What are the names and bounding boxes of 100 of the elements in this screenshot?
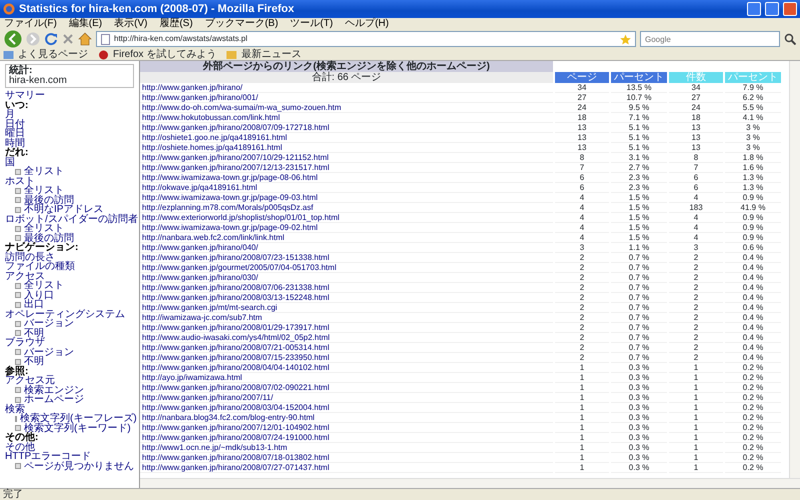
referrer-link[interactable]: http://www.ganken.jp/hirano/2008/07/23-151338.html (140, 253, 553, 263)
referrer-link[interactable]: http://oshiete.homes.jp/qa4189161.html (140, 143, 553, 153)
nav-link[interactable]: アクセス (5, 272, 134, 281)
referrer-link[interactable]: http://www.ganken.jp/hirano/040/ (140, 243, 553, 253)
nav-sublink[interactable]: 不明 (24, 328, 44, 338)
nav-sublink[interactable]: ホームページ (24, 395, 84, 404)
nav-link[interactable]: オペレーティングシステム (5, 310, 134, 319)
referrer-link[interactable]: http://www.exteriorworld.jp/shoplist/shop/01/01_top.html (140, 213, 553, 223)
nav-sublink[interactable]: 全リスト (24, 224, 64, 234)
menu-item[interactable]: ヘルプ(H) (344, 18, 389, 29)
referrer-link[interactable]: http://www.hokutobussan.com/link.html (140, 113, 553, 123)
menu-item[interactable]: ファイル(F) (4, 18, 57, 29)
close-button[interactable] (783, 2, 797, 16)
referrer-link[interactable]: http://www.ganken.jp/hirano/2008/07/15-233950.html (140, 353, 553, 363)
nav-sublink[interactable]: 全リスト (24, 167, 64, 176)
nav-link[interactable]: 時間 (5, 138, 134, 148)
referrer-link[interactable]: http://www.ganken.jp/hirano/030/ (140, 273, 553, 283)
nav-link[interactable]: 月 (5, 110, 134, 120)
menu-item[interactable]: 履歴(S) (159, 18, 193, 29)
nav-sublink[interactable]: 最後の訪問 (24, 234, 74, 243)
referrer-link[interactable]: http://www.ganken.jp/hirano/2008/07/06-231338.html (140, 283, 553, 293)
nav-link[interactable]: 日付 (5, 120, 134, 129)
nav-sublink[interactable]: 出口 (24, 300, 44, 310)
nav-sublink[interactable]: 不明なIPアドレス (24, 205, 104, 214)
referrer-link[interactable]: http://www.ganken.jp/hirano/2007/10/29-121152.html (140, 153, 553, 163)
referrer-link[interactable]: http://www.ganken.jp/hirano/001/ (140, 93, 553, 103)
address-field[interactable]: http://hira-ken.com/awstats/awstats.pl (96, 31, 636, 47)
menu-item[interactable]: ツール(T) (290, 18, 333, 29)
referrer-link[interactable]: http://nanbara.web.fc2.com/link/link.html (140, 233, 553, 243)
nav-sublink[interactable]: 最後の訪問 (24, 196, 74, 205)
nav-link[interactable]: ブラウザ (5, 338, 134, 348)
referrer-link[interactable]: http://www.iwamizawa-town.gr.jp/page-09-02.html (140, 223, 553, 233)
nav-sublink[interactable]: バージョン (24, 348, 74, 357)
nav-link[interactable]: サマリー (5, 91, 134, 100)
search-field[interactable]: Google (640, 31, 780, 47)
stop-icon[interactable] (62, 33, 74, 45)
nav-link[interactable]: 国 (5, 158, 134, 167)
referrer-link[interactable]: http://www1.ocn.ne.jp/~mdk/sub13-1.htm (140, 443, 553, 453)
referrer-link[interactable]: http://www.ganken.jp/hirano/ (140, 83, 553, 93)
referrer-link[interactable]: http://www.ganken.jp/hirano/2008/03/13-152248.html (140, 293, 553, 303)
referrer-link[interactable]: http://www.ganken.jp/hirano/2008/07/02-090221.html (140, 383, 553, 393)
search-icon[interactable] (784, 33, 796, 45)
referrer-link[interactable]: http://www.audio-iwasaki.com/ys4/html/02_05p2.html (140, 333, 553, 343)
nav-sublink[interactable]: 検索文字列(キーフレーズ) (20, 414, 137, 424)
horizontal-scrollbar[interactable] (140, 478, 800, 488)
referrer-link[interactable]: http://ayo.jp/iwamizawa.html (140, 373, 553, 383)
nav-link[interactable]: その他 (5, 442, 134, 452)
nav-sublink[interactable]: 不明 (24, 357, 44, 366)
referrer-link[interactable]: http://www.ganken.jp/hirano/2007/12/01-104902.html (140, 423, 553, 433)
referrer-link[interactable]: http://www.ganken.jp/hirano/2008/07/18-013802.html (140, 453, 553, 463)
referrer-link[interactable]: http://www.ganken.jp/hirano/2008/07/21-005314.html (140, 343, 553, 353)
nav-sublink[interactable]: バージョン (24, 319, 74, 328)
vertical-scrollbar[interactable] (789, 61, 800, 478)
menu-item[interactable]: ブックマーク(B) (204, 18, 278, 29)
referrer-link[interactable]: http://www.ganken.jp/hirano/2008/07/09-172718.html (140, 123, 553, 133)
menu-item[interactable]: 編集(E) (68, 18, 102, 29)
bookmark-link[interactable]: 最新ニュース (241, 49, 302, 60)
table-cell: 1 (669, 463, 723, 473)
referrer-link[interactable]: http://okwave.jp/qa4189161.html (140, 183, 553, 193)
column-header[interactable]: ページ (555, 72, 609, 83)
nav-link[interactable]: ホスト (5, 176, 134, 186)
referrer-link[interactable]: http://www.ganken.jp/mt/mt-search.cgi (140, 303, 553, 313)
nav-sublink[interactable]: 入り口 (24, 290, 54, 300)
referrer-link[interactable]: http://ezplanning.m78.com/Morals/p005qsDz.asf (140, 203, 553, 213)
back-button[interactable] (4, 30, 22, 48)
table-cell: 0.4 % (725, 303, 781, 313)
nav-sublink[interactable]: 検索文字列(キーワード) (24, 424, 131, 433)
nav-sublink[interactable]: 検索エンジン (24, 386, 84, 395)
star-icon[interactable] (620, 34, 631, 44)
referrer-link[interactable]: http://www.iwamizawa-town.gr.jp/page-08-06.html (140, 173, 553, 183)
referrer-link[interactable]: http://www.do-oh.com/wa-sumai/m-wa_sumo-zouen.htm (140, 103, 553, 113)
home-icon[interactable] (78, 32, 92, 46)
reload-icon[interactable] (44, 32, 58, 46)
referrer-link[interactable]: http://www.ganken.jp/hirano/2007/12/13-231517.html (140, 163, 553, 173)
referrer-link[interactable]: http://www.ganken.jp/gourmet/2005/07/04-051703.html (140, 263, 553, 273)
nav-link[interactable]: 検索 (5, 404, 134, 414)
referrer-link[interactable]: http://www.ganken.jp/hirano/2007/11/ (140, 393, 553, 403)
maximize-button[interactable] (765, 2, 779, 16)
nav-sublink[interactable]: ページが見つかりません (24, 462, 134, 471)
bookmark-link[interactable]: Firefox を試してみよう (113, 49, 216, 60)
nav-link[interactable]: HTTPエラーコード (5, 452, 134, 462)
referrer-link[interactable]: http://www.ganken.jp/hirano/2008/04/04-140102.html (140, 363, 553, 373)
referrer-link[interactable]: http://oshiete1.goo.ne.jp/qa4189161.html (140, 133, 553, 143)
nav-link[interactable]: ファイルの種類 (5, 262, 134, 272)
nav-link[interactable]: 曜日 (5, 129, 134, 138)
referrer-link[interactable]: http://www.iwamizawa-town.gr.jp/page-09-03.html (140, 193, 553, 203)
nav-link[interactable]: 訪問の長さ (5, 252, 134, 262)
referrer-link[interactable]: http://www.ganken.jp/hirano/2008/07/24-191000.html (140, 433, 553, 443)
referrer-link[interactable]: http://www.ganken.jp/hirano/2008/07/27-071437.html (140, 463, 553, 473)
minimize-button[interactable] (747, 2, 761, 16)
menu-item[interactable]: 表示(V) (114, 18, 148, 29)
nav-sublink[interactable]: 全リスト (24, 186, 64, 196)
referrer-link[interactable]: http://www.ganken.jp/hirano/2008/03/04-152004.html (140, 403, 553, 413)
bookmark-link[interactable]: よく見るページ (18, 49, 88, 60)
nav-sublink[interactable]: 全リスト (24, 281, 64, 290)
referrer-link[interactable]: http://iwamizawa-jc.com/sub7.htm (140, 313, 553, 323)
nav-link[interactable]: アクセス元 (5, 376, 134, 386)
column-header[interactable]: パーセント (611, 72, 667, 83)
referrer-link[interactable]: http://nanbara.blog34.fc2.com/blog-entry-90.html (140, 413, 553, 423)
referrer-link[interactable]: http://www.ganken.jp/hirano/2008/01/29-173917.html (140, 323, 553, 333)
